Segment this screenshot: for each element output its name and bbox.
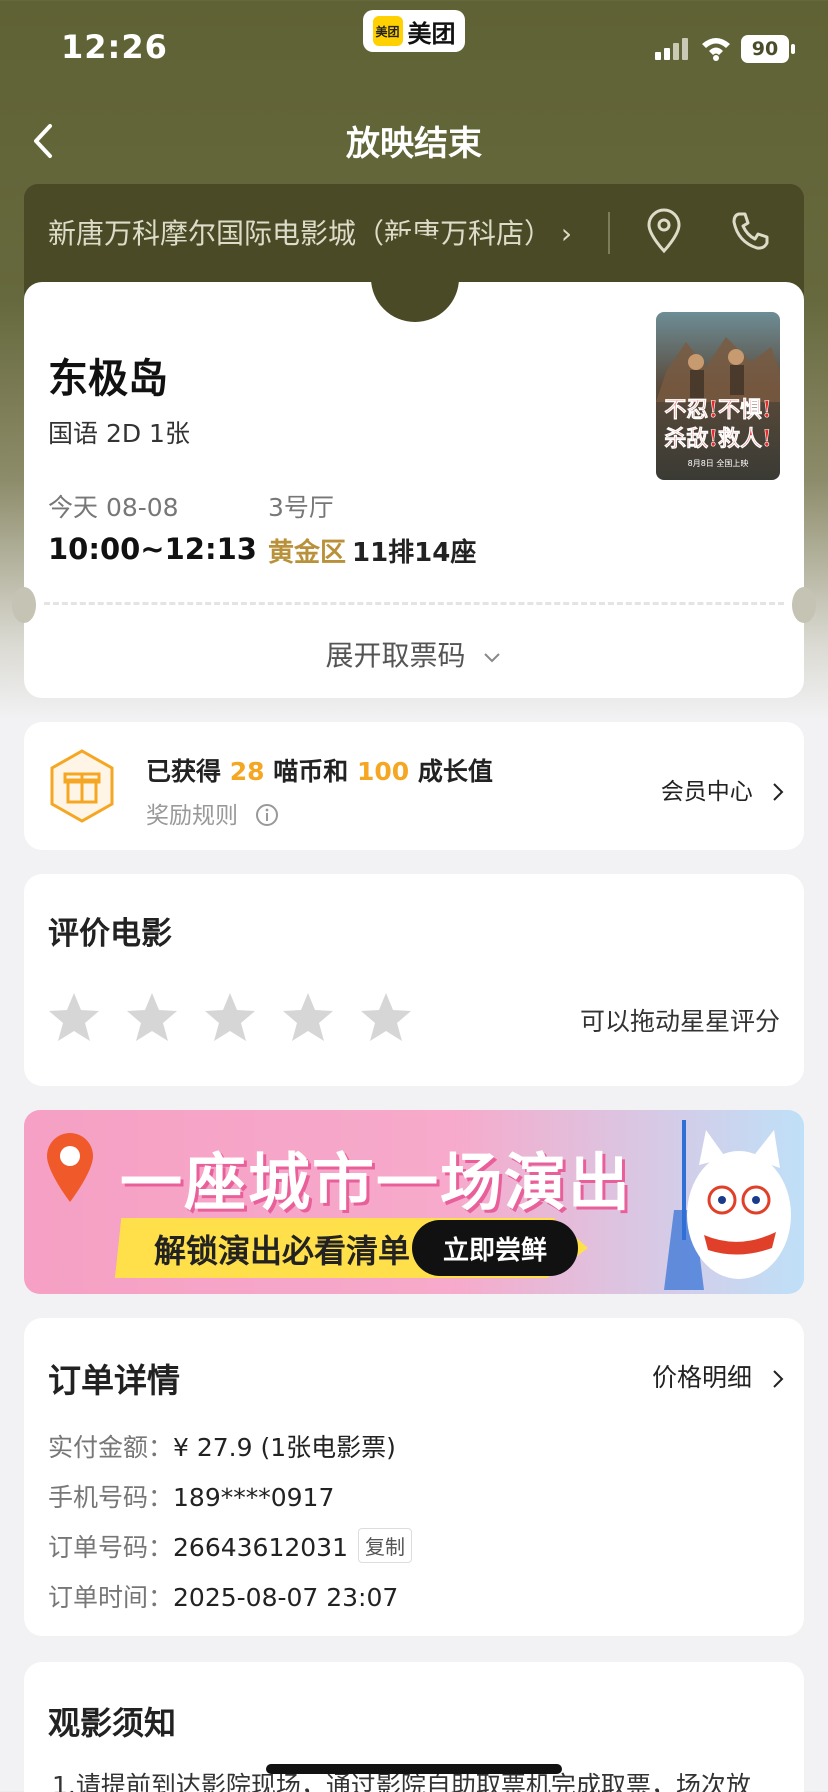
cinema-name: 新唐万科摩尔国际电影城（新唐万科店） [48,217,553,250]
show-time: 10:00~12:13 [48,532,257,566]
show-date: 今天 08-08 [48,493,179,522]
star-icon[interactable] [280,990,336,1046]
star-icon[interactable] [358,990,414,1046]
order-card: 订单详情 价格明细 实付金额：¥ 27.9 (1张电影票) 手机号码：189**… [24,1318,804,1636]
reward-coins: 28 [229,757,265,786]
order-row-time: 订单时间：2025-08-07 23:07 [48,1578,398,1614]
location-icon[interactable] [644,208,684,254]
cinema-name-link[interactable]: 新唐万科摩尔国际电影城（新唐万科店） › [48,212,572,252]
gift-icon [50,749,114,823]
banner-subtitle: 解锁演出必看清单 [154,1232,411,1270]
cat-mascot-icon [664,1120,791,1290]
order-row-number: 订单号码：26643612031 复制 [48,1528,412,1564]
divider [608,212,610,254]
meituan-logo: 美团 [372,16,403,46]
chevron-down-icon [484,653,501,663]
order-row-phone: 手机号码：189****0917 [48,1478,334,1514]
chevron-right-icon [773,1370,784,1388]
signal-icon [655,38,688,60]
seat-number: 11排14座 [352,538,477,568]
copy-button[interactable]: 复制 [357,1528,412,1563]
order-row-amount: 实付金额：¥ 27.9 (1张电影票) [48,1428,396,1464]
rating-hint: 可以拖动星星评分 [579,1007,780,1036]
reward-text: 已获得 28 喵币和 100 成长值 [146,752,493,788]
row-label: 实付金额： [48,1433,174,1462]
status-bar: 12:26 美团 美团 90 [0,0,828,100]
row-label: 订单时间： [48,1583,174,1612]
movie-format: 国语 2D 1张 [48,419,190,448]
notice-title: 观影须知 [48,1704,177,1742]
poster-text-1: 不忍!不惧! [664,397,771,423]
page-title: 放映结束 [346,124,482,164]
phone-icon[interactable] [730,210,770,252]
star-rating[interactable] [46,990,414,1046]
banner-cta-button[interactable]: 立即尝鲜 [412,1220,578,1276]
app-badge: 美团 美团 [363,10,465,52]
hall-name: 3号厅 [268,493,334,522]
row-label: 订单号码： [48,1533,174,1562]
reward-suffix: 成长值 [417,757,493,786]
app-badge-name: 美团 [407,19,456,48]
poster-caption: 8月8日 全国上映 [688,458,749,468]
row-value: ¥ 27.9 (1张电影票) [173,1433,396,1462]
ticket-notch [371,234,459,322]
home-indicator [266,1764,562,1774]
star-icon[interactable] [124,990,180,1046]
ticket-card: 东极岛 国语 2D 1张 不忍!不惧! 杀敌!救人! 8月8日 全国上映 今天 … [12,234,816,698]
info-icon [256,804,279,826]
poster-text-2: 杀敌!救人! [664,426,771,452]
row-value: 189****0917 [173,1483,335,1512]
dashed-divider [44,602,784,605]
expand-ticket-code-button[interactable]: 展开取票码 [24,634,804,674]
status-time: 12:26 [61,28,168,66]
row-label: 手机号码： [48,1483,174,1512]
movie-poster[interactable]: 不忍!不惧! 杀敌!救人! 8月8日 全国上映 [656,312,780,480]
chevron-right-icon: › [560,217,573,250]
rating-title: 评价电影 [48,916,172,952]
reward-card: 已获得 28 喵币和 100 成长值 奖励规则 会员中心 [24,722,804,850]
row-value: 26643612031 [173,1533,348,1562]
battery-level: 90 [751,38,779,60]
location-pin-icon [47,1133,93,1202]
reward-middle: 喵币和 [273,757,349,786]
member-center-link[interactable]: 会员中心 [661,772,786,806]
chevron-right-icon [773,783,784,801]
reward-prefix: 已获得 [146,757,222,786]
ticket-notch-right [792,587,816,623]
row-value: 2025-08-07 23:07 [173,1583,399,1612]
price-detail-link[interactable]: 价格明细 [652,1358,786,1394]
banner-title: 一座城市一场演出 [120,1146,633,1219]
order-title: 订单详情 [48,1361,180,1400]
wifi-icon [702,38,730,61]
seat-zone: 黄金区 [268,538,347,568]
reward-growth: 100 [356,757,410,786]
price-detail-label: 价格明细 [652,1363,753,1392]
member-center-label: 会员中心 [660,779,753,805]
reward-rule-link[interactable]: 奖励规则 [146,796,279,830]
star-icon[interactable] [202,990,258,1046]
movie-title: 东极岛 [48,356,168,402]
promo-banner[interactable]: 一座城市一场演出 解锁演出必看清单 立即尝鲜 [24,1110,804,1294]
expand-label: 展开取票码 [325,639,466,672]
star-icon[interactable] [46,990,102,1046]
reward-rule-label: 奖励规则 [146,803,238,829]
rating-card: 评价电影 可以拖动星星评分 [24,874,804,1086]
ticket-notch-left [12,587,36,623]
